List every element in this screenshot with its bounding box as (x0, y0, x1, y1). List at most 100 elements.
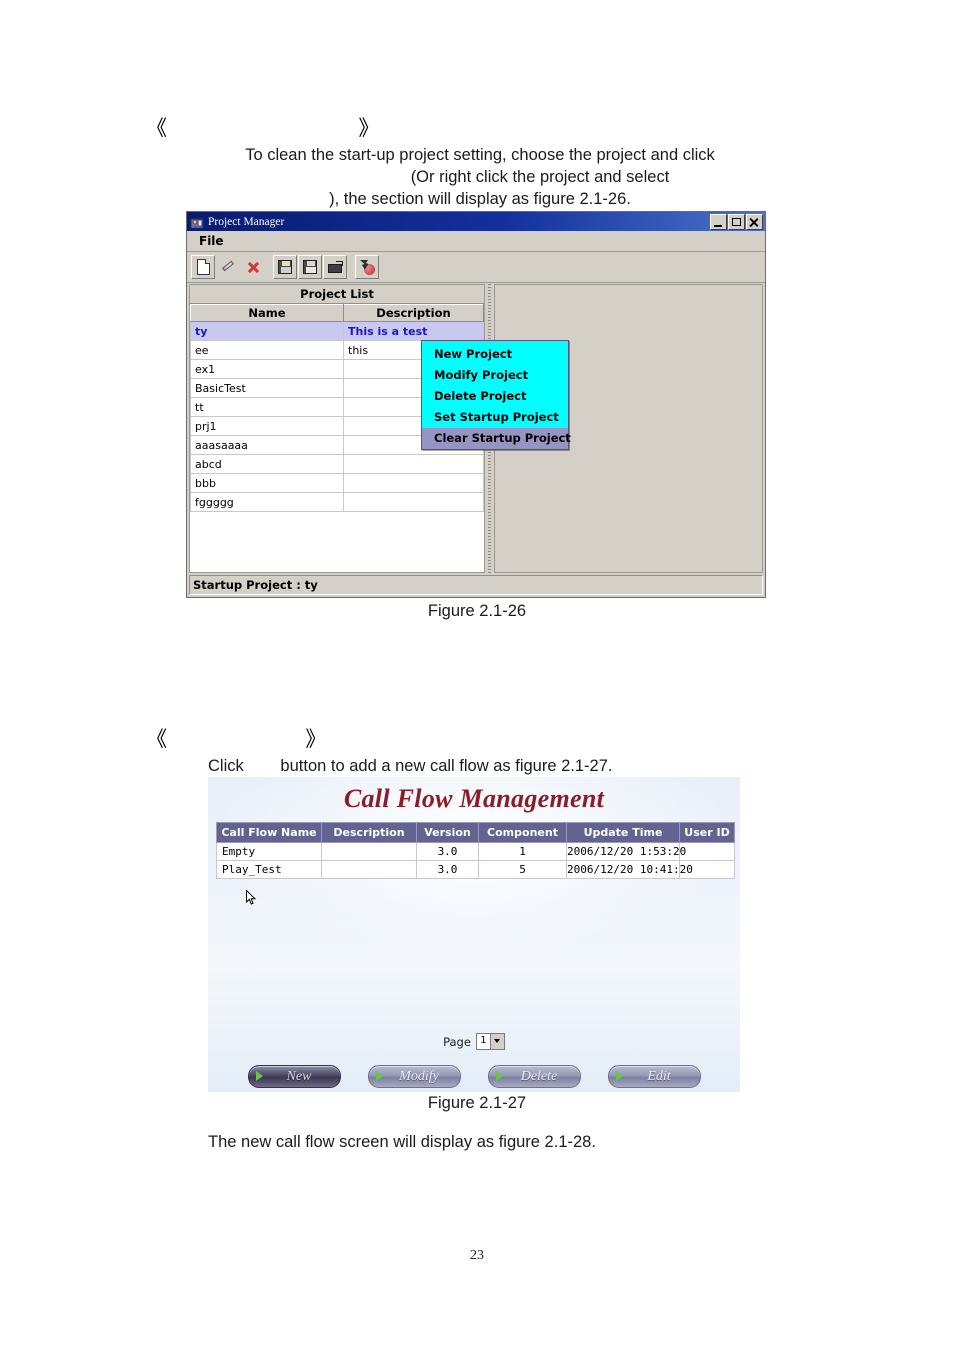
delete-button[interactable]: Delete (487, 1065, 581, 1088)
call-flow-name-cell: Empty (216, 842, 322, 861)
new-project-toolbar-button[interactable] (191, 255, 215, 279)
status-bar-text: Startup Project : ty (193, 578, 318, 592)
new-document-icon (196, 259, 210, 275)
column-header-version[interactable]: Version (416, 822, 479, 843)
project-description-cell (343, 473, 484, 493)
pencil-icon (221, 260, 235, 274)
button-label: New (286, 1068, 312, 1084)
column-header-call-flow-name[interactable]: Call Flow Name (216, 822, 322, 843)
edit-button[interactable]: Edit (607, 1065, 701, 1088)
table-header-row: Name Description (190, 304, 484, 322)
closing-paragraph: The new call flow screen will display as… (208, 1133, 596, 1151)
call-flow-header-row: Call Flow Name Description Version Compo… (216, 822, 735, 843)
version-cell: 3.0 (416, 860, 479, 879)
column-header-update-time[interactable]: Update Time (566, 822, 680, 843)
table-row[interactable]: ty This is a test (190, 321, 484, 341)
pager-label: Page (443, 1034, 471, 1049)
project-name-cell: bbb (190, 473, 344, 493)
context-menu-item-set-startup-project[interactable]: Set Startup Project (422, 407, 568, 428)
heading-open-bracket: 《 (146, 116, 167, 140)
project-name-cell: fggggg (190, 492, 344, 512)
mouse-cursor (246, 889, 257, 906)
context-menu-item-new-project[interactable]: New Project (422, 344, 568, 365)
column-header-name[interactable]: Name (190, 304, 344, 322)
version-cell: 3.0 (416, 842, 479, 861)
play-arrow-icon (255, 1071, 263, 1081)
open-folder-toolbar-button[interactable] (323, 255, 347, 279)
delete-project-toolbar-button[interactable] (241, 255, 265, 279)
update-time-cell: 2006/12/20 1:53:20 (566, 842, 686, 861)
column-header-component[interactable]: Component (478, 822, 567, 843)
section-2-heading: 《 》 (146, 723, 846, 753)
page-select[interactable]: 1 (475, 1033, 505, 1050)
play-arrow-icon (615, 1071, 623, 1081)
project-name-cell: ex1 (190, 359, 344, 379)
play-arrow-icon (495, 1071, 503, 1081)
run-startup-toolbar-button[interactable] (355, 255, 379, 279)
new-button[interactable]: New (247, 1065, 341, 1088)
call-flow-name-cell: Play_Test (216, 860, 322, 879)
section-2-paragraph: Click button to add a new call flow as f… (208, 757, 613, 775)
heading-close-bracket: 》 (358, 116, 380, 140)
save-as-icon (303, 260, 317, 274)
column-header-description[interactable]: Description (343, 304, 484, 322)
table-row[interactable]: Empty 3.0 1 2006/12/20 1:53:20 (216, 842, 735, 861)
section-1-paragraph-line-3: ), the section will display as figure 2.… (329, 190, 631, 208)
context-menu-item-delete-project[interactable]: Delete Project (422, 386, 568, 407)
call-flow-management-title: Call Flow Management (343, 784, 605, 813)
maximize-button[interactable] (728, 213, 745, 230)
chevron-down-icon[interactable] (489, 1034, 504, 1049)
save-icon (278, 260, 292, 274)
figure-caption-2-1-26: Figure 2.1-26 (427, 602, 527, 620)
project-description-cell: This is a test (343, 321, 484, 341)
run-startup-icon (360, 260, 375, 275)
table-row[interactable]: bbb (190, 473, 484, 493)
status-bar: Startup Project : ty (189, 575, 763, 595)
project-name-cell: prj1 (190, 416, 344, 436)
page-select-value: 1 (480, 1035, 487, 1046)
project-name-cell: tt (190, 397, 344, 417)
window-title: Project Manager (208, 215, 285, 228)
project-name-cell: BasicTest (190, 378, 344, 398)
section-2-heading-open-bracket: 《 (146, 727, 167, 751)
window-title-bar[interactable]: Project Manager (187, 212, 765, 231)
pager: Page 1 (208, 1033, 740, 1050)
page-number: 23 (470, 1248, 484, 1263)
application-icon (190, 215, 204, 229)
table-row[interactable]: Play_Test 3.0 5 2006/12/20 10:41:20 (216, 860, 735, 879)
project-manager-window: Project Manager File Project List Name D… (186, 211, 766, 598)
call-flow-management-panel: Call Flow Management Call Flow Name Desc… (208, 777, 740, 1092)
close-button[interactable] (746, 213, 763, 230)
context-menu-item-clear-startup-project[interactable]: Clear Startup Project (422, 428, 571, 449)
update-time-cell: 2006/12/20 10:41:20 (566, 860, 693, 879)
toolbar (187, 252, 765, 283)
context-menu-item-modify-project[interactable]: Modify Project (422, 365, 568, 386)
project-list-title: Project List (190, 285, 484, 304)
open-folder-icon (327, 261, 343, 273)
table-row[interactable]: fggggg (190, 492, 484, 512)
minimize-button[interactable] (710, 213, 727, 230)
project-description-cell (343, 492, 484, 512)
modify-project-toolbar-button[interactable] (216, 255, 240, 279)
menu-bar: File (187, 231, 765, 252)
component-cell: 5 (478, 860, 567, 879)
description-cell (321, 842, 417, 861)
delete-x-icon (247, 261, 260, 274)
project-description-cell (343, 454, 484, 474)
call-flow-action-buttons: New Modify Delete Edit (208, 1065, 740, 1088)
column-header-user-id[interactable]: User ID (679, 822, 735, 843)
table-row[interactable]: abcd (190, 454, 484, 474)
section-1-paragraph: To clean the start-up project setting, c… (150, 144, 810, 210)
modify-button[interactable]: Modify (367, 1065, 461, 1088)
project-context-menu[interactable]: New Project Modify Project Delete Project S… (421, 340, 571, 450)
play-arrow-icon (375, 1071, 383, 1081)
menu-item-file[interactable]: File (195, 233, 228, 249)
save-as-toolbar-button[interactable] (298, 255, 322, 279)
column-header-description[interactable]: Description (321, 822, 417, 843)
figure-caption-2-1-27: Figure 2.1-27 (427, 1094, 527, 1112)
call-flow-table-wrapper: Call Flow Name Description Version Compo… (216, 822, 735, 879)
user-id-cell (679, 842, 735, 861)
project-name-cell: ty (190, 321, 344, 341)
save-toolbar-button[interactable] (273, 255, 297, 279)
project-name-cell: ee (190, 340, 344, 360)
